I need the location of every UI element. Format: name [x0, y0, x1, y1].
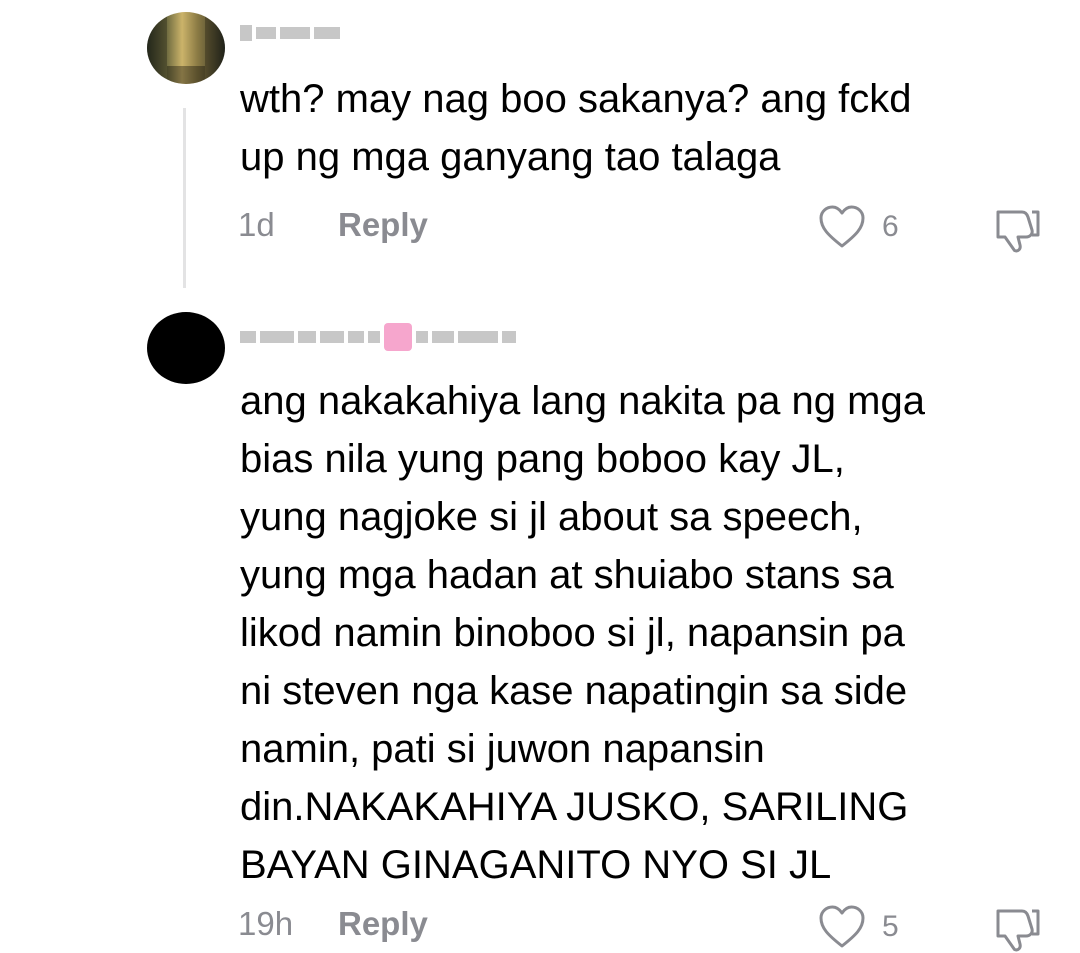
avatar[interactable]: [147, 12, 225, 84]
comment-text: ang nakakahiya lang nakita pa ng mga bia…: [240, 379, 925, 887]
thumbs-down-outline-icon[interactable]: [992, 905, 1044, 953]
comment-meta: 19h Reply: [238, 905, 428, 943]
like-group: 6: [818, 205, 899, 249]
username[interactable]: [240, 323, 520, 351]
reply-button[interactable]: Reply: [338, 905, 428, 943]
like-group: 5: [818, 905, 899, 949]
like-count: 5: [882, 910, 899, 943]
pink-heart-icon: [384, 323, 412, 351]
comment-text: wth? may nag boo sakanya? ang fckd up ng…: [240, 77, 912, 179]
reply-button[interactable]: Reply: [338, 206, 428, 244]
username[interactable]: [240, 22, 344, 44]
comment-meta: 1d Reply: [238, 206, 428, 244]
like-count: 6: [882, 210, 899, 243]
comment-timestamp: 19h: [238, 905, 294, 942]
avatar[interactable]: [147, 312, 225, 384]
thumbs-down-outline-icon[interactable]: [992, 206, 1044, 254]
comment-timestamp: 1d: [238, 206, 275, 243]
heart-outline-icon[interactable]: [818, 205, 866, 249]
thread-line: [183, 108, 186, 288]
heart-outline-icon[interactable]: [818, 905, 866, 949]
